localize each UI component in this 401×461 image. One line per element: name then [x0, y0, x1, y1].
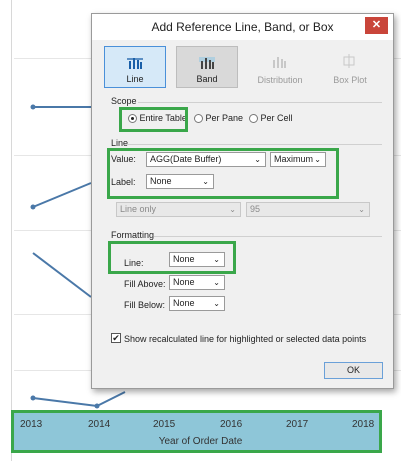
chevron-down-icon: ⌄ [213, 278, 220, 287]
chevron-down-icon: ⌄ [213, 299, 220, 308]
scope-highlight-box [119, 107, 188, 132]
trend-line-2 [32, 182, 92, 208]
box-plot-icon [343, 54, 355, 68]
divider [138, 102, 382, 103]
radio-per-pane[interactable]: Per Pane [194, 113, 244, 124]
recalc-checkbox-label: Show recalculated line for highlighted o… [124, 334, 367, 344]
fill-above-label: Fill Above: [124, 279, 166, 289]
band-icon [199, 57, 215, 69]
data-point [30, 104, 36, 110]
trend-line-3 [32, 252, 92, 298]
tab-box-plot[interactable]: Box Plot [319, 46, 381, 88]
tab-line[interactable]: Line [104, 46, 166, 88]
dropdown-value: Line only [120, 204, 157, 214]
chevron-down-icon: ⌄ [358, 205, 365, 214]
radio-label: Per Cell [260, 113, 293, 123]
dialog-title: Add Reference Line, Band, or Box [151, 20, 334, 34]
dropdown-value: 95 [250, 204, 261, 214]
line-heading: Line [111, 138, 129, 148]
formatting-highlight-box [108, 241, 236, 274]
tab-label: Distribution [257, 75, 303, 85]
tab-label: Box Plot [333, 75, 367, 85]
percent-dropdown[interactable]: 95 ⌄ [246, 202, 370, 217]
chevron-down-icon: ⌄ [229, 205, 236, 214]
line-mode-dropdown[interactable]: Line only ⌄ [116, 202, 241, 217]
fill-above-dropdown[interactable]: None ⌄ [169, 275, 225, 290]
tab-label: Line [126, 74, 144, 84]
data-point [30, 395, 36, 401]
fill-below-label: Fill Below: [124, 300, 166, 310]
reference-line-dialog: Add Reference Line, Band, or Box ✕ Line … [91, 13, 394, 389]
radio-label: Per Pane [205, 113, 244, 123]
line-highlight-box [107, 148, 339, 199]
data-point [30, 204, 36, 210]
divider [154, 236, 382, 237]
tab-band[interactable]: Band [176, 46, 238, 88]
trend-line-4 [32, 391, 126, 408]
radio-dot [249, 114, 258, 124]
ok-button[interactable]: OK [324, 362, 383, 379]
tab-label: Band [196, 74, 218, 84]
close-icon[interactable]: ✕ [365, 17, 388, 34]
data-point [94, 403, 100, 409]
title-bar: Add Reference Line, Band, or Box ✕ [92, 14, 393, 40]
fill-below-dropdown[interactable]: None ⌄ [169, 296, 225, 311]
dropdown-value: None [173, 298, 195, 308]
line-icon [127, 58, 143, 69]
left-border [11, 0, 12, 461]
dropdown-value: None [173, 277, 195, 287]
radio-per-cell[interactable]: Per Cell [249, 113, 293, 124]
scope-heading: Scope [111, 96, 137, 106]
radio-dot [194, 114, 203, 124]
formatting-heading: Formatting [111, 230, 155, 240]
axis-highlight-box [11, 410, 382, 453]
divider [125, 144, 382, 145]
distribution-icon [273, 57, 286, 68]
recalc-checkbox[interactable]: ✔ [111, 333, 121, 343]
tab-distribution[interactable]: Distribution [249, 46, 311, 88]
